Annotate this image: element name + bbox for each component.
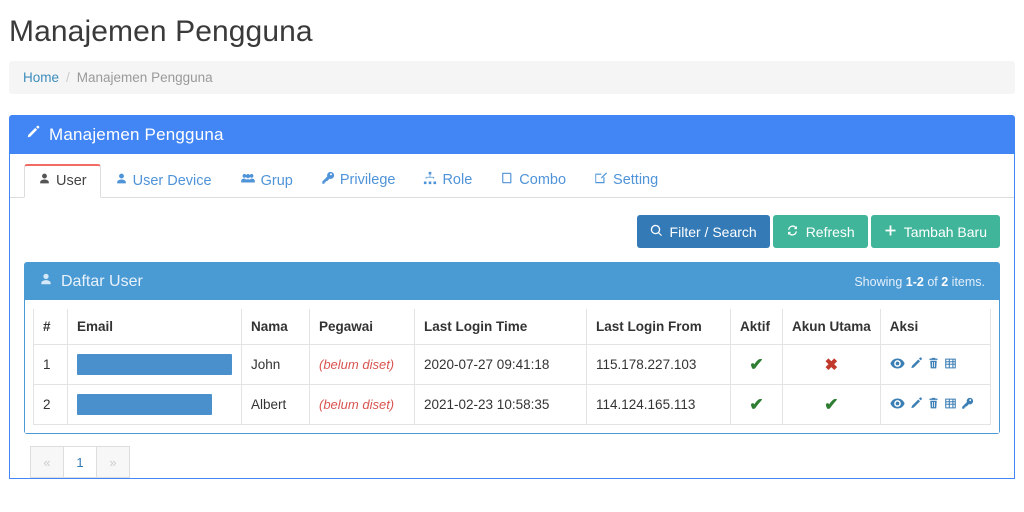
- table-header: # Email Nama Pegawai Last Login Time Las…: [33, 309, 992, 345]
- filter-search-label: Filter / Search: [669, 223, 757, 240]
- add-new-button[interactable]: Tambah Baru: [870, 215, 1000, 248]
- user-icon: [39, 272, 53, 291]
- cell-last-login-time: 2020-07-27 09:41:18: [414, 344, 587, 385]
- user-table-container: # Email Nama Pegawai Last Login Time Las…: [25, 300, 999, 433]
- filter-search-button[interactable]: Filter / Search: [636, 215, 770, 248]
- page-title: Manajemen Pengguna: [9, 15, 313, 48]
- tab-combo[interactable]: Combo: [486, 163, 580, 198]
- cell-nama: Albert: [241, 384, 310, 425]
- summary-mid: of: [923, 274, 942, 289]
- tab-label: Role: [442, 172, 473, 188]
- cell-aksi: [879, 344, 992, 385]
- cell-last-login-from: 115.178.227.103: [586, 344, 731, 385]
- pagination-next[interactable]: »: [96, 446, 130, 478]
- tab-user-device[interactable]: User Device: [101, 164, 226, 198]
- breadcrumb: Home / Manajemen Pengguna: [9, 61, 1015, 94]
- refresh-button[interactable]: Refresh: [772, 215, 868, 248]
- table-toolbar: Filter / Search Refresh Tambah Baru: [10, 198, 1014, 248]
- edit-icon: [594, 171, 608, 189]
- cell-email: [67, 344, 242, 385]
- tab-user[interactable]: User: [24, 164, 101, 198]
- tab-label: Privilege: [339, 172, 396, 188]
- pagination: « 1 »: [10, 434, 1014, 478]
- tab-grup[interactable]: Grup: [226, 164, 307, 198]
- tab-bar: User User Device Grup Privilege Role Com…: [10, 154, 1014, 198]
- search-icon: [650, 224, 663, 240]
- column-header-aktif[interactable]: Aktif: [730, 309, 783, 345]
- panel-header: Manajemen Pengguna: [10, 116, 1014, 154]
- status-badge-akun-utama: ✖: [782, 344, 881, 385]
- user-list-title: Daftar User: [61, 272, 143, 290]
- tab-role[interactable]: Role: [409, 163, 486, 198]
- table-body: 1 John (belum diset) 2020-07-27 09:41:18…: [33, 344, 992, 425]
- cell-last-login-from: 114.124.165.113: [586, 384, 731, 425]
- cell-pegawai: (belum diset): [309, 384, 415, 425]
- refresh-icon: [786, 224, 799, 240]
- status-badge-akun-utama: ✔: [782, 384, 881, 425]
- edit-icon[interactable]: [909, 357, 923, 373]
- tab-label: Grup: [260, 172, 293, 189]
- user-list-header: Daftar User Showing 1-2 of 2 items.: [25, 263, 999, 300]
- table-row: 2 Albert (belum diset) 2021-02-23 10:58:…: [33, 384, 992, 425]
- cell-pegawai: (belum diset): [309, 344, 415, 385]
- sitemap-icon: [423, 171, 437, 189]
- table-row: 1 John (belum diset) 2020-07-27 09:41:18…: [33, 344, 992, 385]
- column-header-num[interactable]: #: [33, 309, 68, 345]
- plus-icon: [884, 224, 897, 240]
- user-table: # Email Nama Pegawai Last Login Time Las…: [33, 309, 992, 425]
- view-icon[interactable]: [890, 397, 905, 413]
- table-header-row: # Email Nama Pegawai Last Login Time Las…: [33, 309, 992, 345]
- tab-privilege[interactable]: Privilege: [307, 163, 410, 198]
- user-icon: [115, 172, 128, 189]
- tab-label: User Device: [132, 172, 212, 189]
- cell-num: 2: [33, 384, 68, 425]
- column-header-last-login-time[interactable]: Last Login Time: [414, 309, 587, 345]
- tab-label: Combo: [519, 172, 567, 188]
- cell-email: [67, 384, 242, 425]
- view-icon[interactable]: [890, 357, 905, 373]
- user-management-panel: Manajemen Pengguna User User Device Grup: [9, 115, 1015, 479]
- table-icon[interactable]: [944, 397, 957, 413]
- pagination-page-1[interactable]: 1: [63, 446, 97, 478]
- user-icon: [38, 172, 51, 189]
- cell-last-login-time: 2021-02-23 10:58:35: [414, 384, 587, 425]
- tab-label: Setting: [613, 172, 659, 188]
- redacted-email: [77, 354, 232, 375]
- edit-icon[interactable]: [909, 397, 923, 413]
- cell-num: 1: [33, 344, 68, 385]
- pencil-icon: [25, 125, 40, 145]
- column-header-last-login-from[interactable]: Last Login From: [586, 309, 731, 345]
- summary-range: 1-2: [905, 274, 924, 289]
- breadcrumb-home-link[interactable]: Home: [23, 70, 59, 85]
- breadcrumb-current: Manajemen Pengguna: [76, 70, 213, 85]
- add-new-label: Tambah Baru: [903, 223, 987, 240]
- summary-suffix: items.: [948, 274, 985, 289]
- users-icon: [240, 172, 256, 189]
- results-summary: Showing 1-2 of 2 items.: [854, 275, 985, 289]
- cell-nama: John: [241, 344, 310, 385]
- pagination-prev[interactable]: «: [30, 446, 64, 478]
- key-icon: [321, 171, 335, 189]
- column-header-aksi: Aksi: [879, 309, 992, 345]
- column-header-nama[interactable]: Nama: [241, 309, 310, 345]
- user-list-panel: Daftar User Showing 1-2 of 2 items. # Em…: [24, 262, 1000, 434]
- table-icon[interactable]: [944, 357, 957, 373]
- refresh-label: Refresh: [805, 223, 855, 240]
- column-header-akun-utama[interactable]: Akun Utama: [782, 309, 881, 345]
- cell-aksi: [879, 384, 992, 425]
- breadcrumb-separator: /: [66, 70, 70, 85]
- redacted-email: [77, 394, 212, 415]
- delete-icon[interactable]: [927, 397, 940, 413]
- summary-prefix: Showing: [854, 274, 906, 289]
- panel-title: Manajemen Pengguna: [49, 125, 224, 144]
- key-icon[interactable]: [961, 397, 974, 413]
- column-header-pegawai[interactable]: Pegawai: [309, 309, 415, 345]
- delete-icon[interactable]: [927, 357, 940, 373]
- tab-label: User: [56, 172, 87, 189]
- status-badge-aktif: ✔: [730, 344, 783, 385]
- tab-setting[interactable]: Setting: [580, 163, 672, 198]
- column-header-email[interactable]: Email: [67, 309, 242, 345]
- book-icon: [500, 171, 514, 189]
- status-badge-aktif: ✔: [730, 384, 783, 425]
